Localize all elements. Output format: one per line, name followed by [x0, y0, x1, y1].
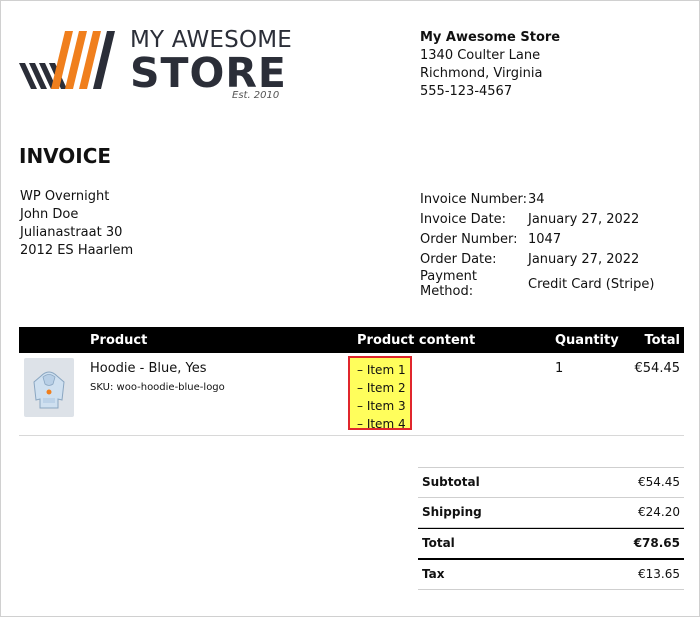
billing-street: Julianastraat 30	[20, 225, 123, 240]
totals-value: €13.65	[638, 567, 680, 581]
header-product-content: Product content	[357, 333, 476, 348]
meta-row-payment-method: Payment Method: Credit Card (Stripe)	[420, 269, 654, 299]
items-table-header: Product Product content Quantity Total	[19, 327, 684, 353]
meta-label: Order Number:	[420, 231, 518, 247]
totals-value: €78.65	[633, 536, 680, 550]
meta-value: 1047	[528, 231, 562, 247]
meta-label: Invoice Number:	[420, 191, 527, 207]
meta-label: Order Date:	[420, 251, 497, 267]
meta-row-invoice-date: Invoice Date: January 27, 2022	[420, 209, 654, 229]
product-content-highlight: – Item 1 – Item 2 – Item 3 – Item 4	[348, 356, 412, 431]
totals-row-subtotal: Subtotal €54.45	[418, 467, 684, 498]
product-sku: SKU: woo-hoodie-blue-logo	[90, 382, 225, 393]
totals-row-tax: Tax €13.65	[418, 560, 684, 590]
meta-value: January 27, 2022	[528, 211, 640, 227]
meta-row-order-number: Order Number: 1047	[420, 229, 654, 249]
content-item: – Item 2	[357, 381, 406, 395]
store-phone: 555-123-4567	[420, 84, 513, 99]
meta-value: Credit Card (Stripe)	[528, 276, 655, 292]
billing-name: John Doe	[20, 207, 79, 222]
product-name: Hoodie - Blue, Yes	[90, 361, 207, 376]
product-line-total: €54.45	[634, 361, 681, 376]
header-total: Total	[644, 333, 680, 348]
billing-company: WP Overnight	[20, 189, 110, 204]
totals-label: Total	[422, 536, 455, 550]
logo-stripes-icon	[19, 31, 115, 89]
table-row: Hoodie - Blue, Yes SKU: woo-hoodie-blue-…	[19, 353, 684, 436]
header-quantity: Quantity	[555, 333, 619, 348]
invoice-meta-table: Invoice Number: 34 Invoice Date: January…	[420, 189, 654, 300]
store-address-line1: 1340 Coulter Lane	[420, 48, 541, 63]
totals-label: Subtotal	[422, 475, 480, 489]
content-item: – Item 3	[357, 399, 406, 413]
totals-label: Tax	[422, 567, 445, 581]
totals-value: €54.45	[638, 475, 680, 489]
document-title: INVOICE	[19, 144, 112, 168]
meta-row-order-date: Order Date: January 27, 2022	[420, 249, 654, 269]
totals-table: Subtotal €54.45 Shipping €24.20 Total €7…	[418, 467, 684, 590]
product-quantity: 1	[555, 361, 564, 376]
sku-label: SKU:	[90, 382, 114, 393]
meta-value: 34	[528, 191, 545, 207]
store-logo: MY AWESOME STORE Est. 2010	[19, 27, 292, 107]
logo-established: Est. 2010	[232, 90, 280, 101]
content-item: – Item 4	[357, 417, 406, 431]
billing-address: WP Overnight John Doe Julianastraat 30 2…	[20, 188, 133, 260]
content-item: – Item 1	[357, 363, 406, 377]
header-product: Product	[90, 333, 148, 348]
hoodie-thumbnail-icon	[24, 358, 74, 417]
billing-postcode-city: 2012 ES Haarlem	[20, 243, 134, 258]
store-name: My Awesome Store	[420, 30, 561, 45]
meta-label: Payment Method:	[420, 269, 477, 299]
totals-value: €24.20	[638, 505, 680, 519]
meta-row-invoice-number: Invoice Number: 34	[420, 189, 654, 209]
totals-row-shipping: Shipping €24.20	[418, 498, 684, 528]
meta-value: January 27, 2022	[528, 251, 640, 267]
totals-label: Shipping	[422, 505, 482, 519]
meta-label: Invoice Date:	[420, 211, 507, 227]
totals-row-total: Total €78.65	[418, 528, 684, 560]
invoice-page: MY AWESOME STORE Est. 2010 My Awesome St…	[0, 0, 700, 617]
sku-value: woo-hoodie-blue-logo	[116, 382, 225, 393]
store-address: My Awesome Store 1340 Coulter Lane Richm…	[420, 29, 560, 101]
store-address-line2: Richmond, Virginia	[420, 66, 543, 81]
